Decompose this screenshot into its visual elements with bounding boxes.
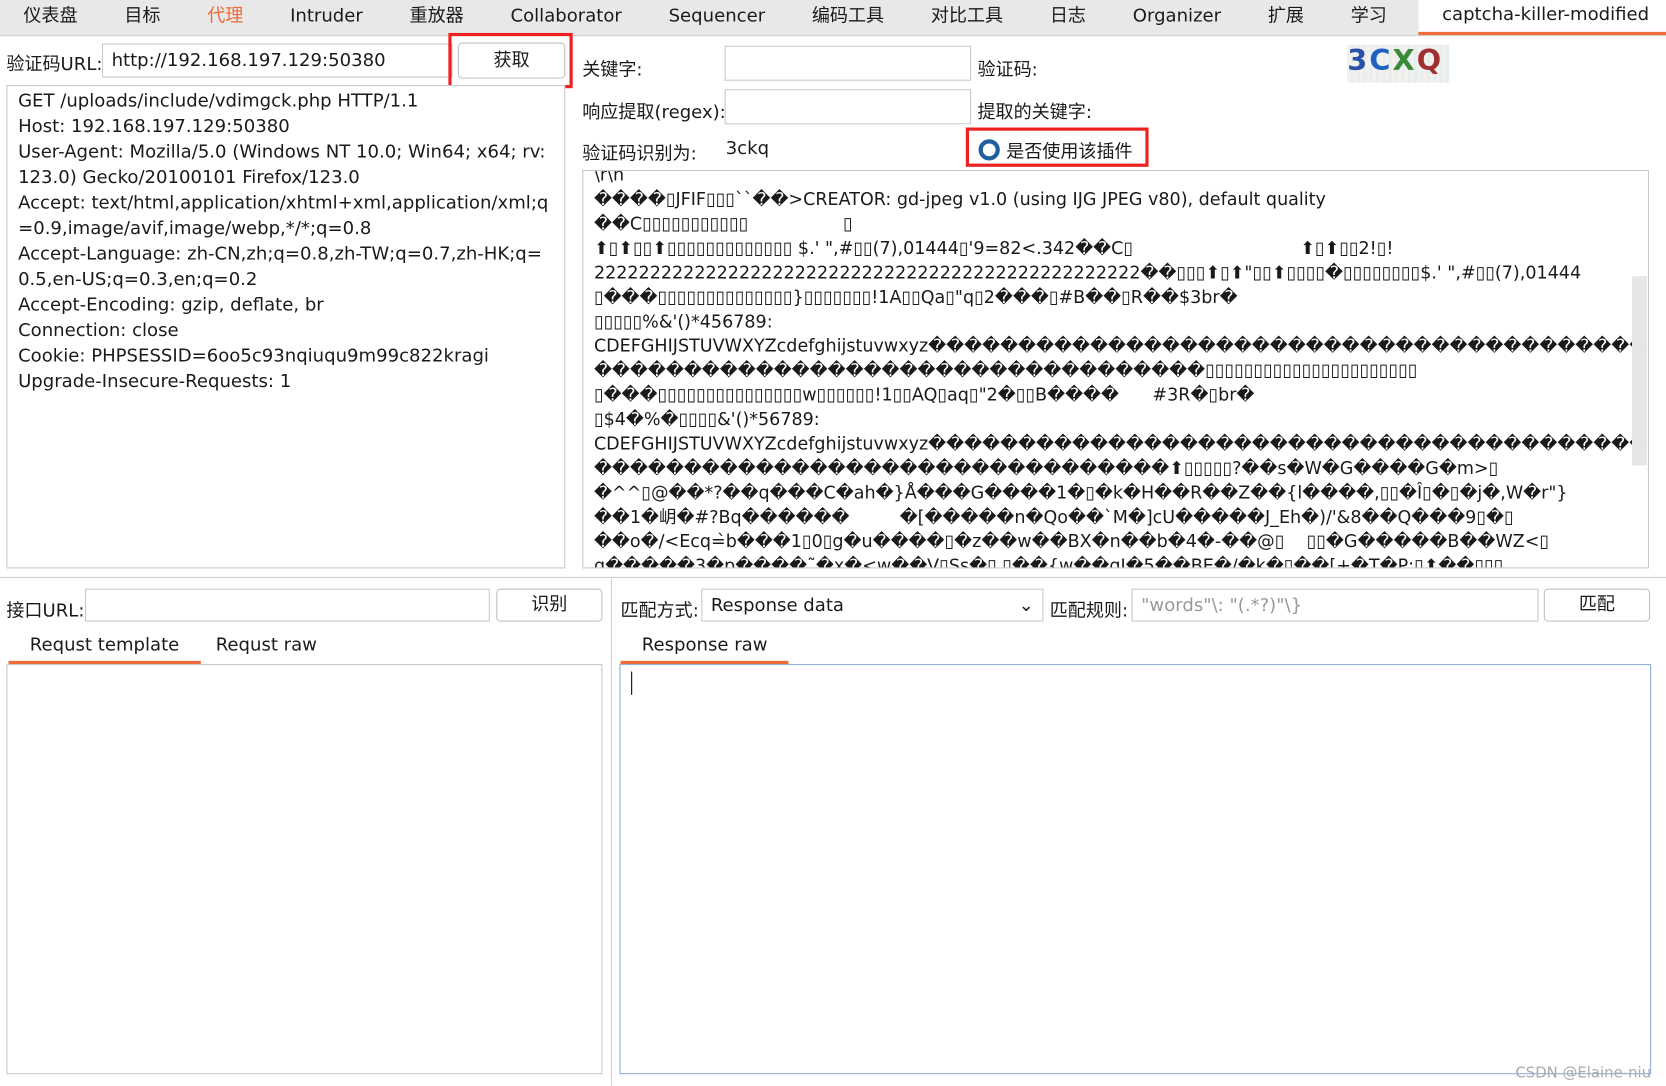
response-line: ��1�岄�#?Bq������ �[�����n�Qo��`M�]cU����… (593, 506, 1514, 527)
request-line: Upgrade-Insecure-Requests: 1 (18, 370, 292, 393)
tab-6[interactable]: Sequencer (645, 0, 788, 35)
tab-2[interactable]: 代理 (184, 0, 267, 35)
response-line: ��C▯▯▯▯▯▯▯▯▯▯▯ ▯ (593, 213, 853, 234)
tab-1[interactable]: 目标 (101, 0, 184, 35)
response-raw-editor[interactable] (619, 664, 1652, 1075)
match-button[interactable]: 匹配 (1543, 588, 1651, 622)
vertical-divider[interactable] (610, 579, 612, 1086)
tab-9[interactable]: 日志 (1026, 0, 1109, 35)
response-line: ▯���▯▯▯▯▯▯▯▯▯▯▯▯▯▯▯w▯▯▯▯▯▯!1▯▯AQ▯aq▯"2�▯… (593, 384, 1255, 405)
tab-request-template[interactable]: Requst template (8, 629, 201, 665)
request-line: Accept-Encoding: gzip, deflate, br (18, 294, 324, 316)
regex-input[interactable] (724, 89, 972, 125)
regex-label: 响应提取(regex): (582, 102, 726, 124)
tab-0[interactable]: 仪表盘 (0, 0, 101, 35)
split-divider[interactable] (0, 576, 1666, 578)
extracted-keyword-label: 提取的关键字: (977, 102, 1092, 124)
match-rule-input[interactable]: "words"\: "(.*?)"\} (1131, 588, 1539, 622)
main-tab-bar: 仪表盘 目标 代理 Intruder 重放器 Collaborator Sequencer 编… (0, 0, 1666, 37)
tab-11[interactable]: 扩展 (1244, 0, 1327, 35)
tab-10[interactable]: Organizer (1109, 0, 1244, 35)
tab-13[interactable]: captcha-killer-modified (1418, 0, 1666, 36)
response-line: ▯$4�%�▯▯▯▯&'()*56789: (593, 409, 820, 430)
response-line: ▯▯▯▯▯%&'()*456789: (593, 311, 773, 332)
match-rule-label: 匹配规则: (1049, 600, 1129, 622)
response-line: ����������������������������������▯▯▯▯▯▯… (593, 360, 1418, 381)
captcha-url-label: 验证码URL: (6, 54, 103, 76)
request-editor[interactable]: GET /uploads/include/vdimgck.php HTTP/1.… (6, 85, 566, 569)
response-scrollbar[interactable] (1632, 276, 1647, 466)
response-line: ����▯JFIF▯▯▯``��>CREATOR: gd-jpeg v1.0 (… (593, 189, 1326, 210)
match-mode-select[interactable]: Response data ⌄ (701, 588, 1044, 622)
response-line: ⬆▯⬆▯▯⬆▯▯▯▯▯▯▯▯▯▯▯▯▯ $.' ",#▯▯(7),01444▯'… (593, 238, 1394, 259)
request-template-editor[interactable] (6, 664, 603, 1075)
fetch-button[interactable]: 获取 (457, 42, 566, 79)
use-plugin-radio[interactable]: 是否使用该插件 (978, 136, 1133, 163)
response-line: CDEFGHIJSTUVWXYZcdefghijstuvwxyz��������… (593, 335, 1648, 356)
tab-response-raw[interactable]: Response raw (620, 629, 789, 665)
match-mode-value: Response data (710, 595, 844, 617)
response-line: g�����3�p����˜�x�<w��V▯Ss�▯ ▯��{w��gJ�5�… (593, 555, 1504, 569)
watermark: CSDN @Elaine-niu (1515, 1064, 1652, 1082)
response-viewer[interactable]: \r\n ����▯JFIF▯▯▯``��>CREATOR: gd-jpeg v1… (582, 170, 1649, 569)
response-line: CDEFGHIJSTUVWXYZcdefghijstuvwxyz��������… (593, 433, 1648, 454)
request-line: User-Agent: Mozilla/5.0 (Windows NT 10.0… (18, 141, 546, 189)
tab-8[interactable]: 对比工具 (907, 0, 1026, 35)
response-line: 2222222222222222222222222222222222222222… (593, 262, 1582, 283)
request-line: GET /uploads/include/vdimgck.php HTTP/1.… (18, 90, 419, 112)
chevron-down-icon: ⌄ (1018, 595, 1034, 617)
recognize-button[interactable]: 识别 (496, 588, 603, 622)
request-line: Host: 192.168.197.129:50380 (18, 115, 290, 138)
response-line: \r\n (593, 170, 625, 185)
response-line: ��������������������������������⬆▯▯▯▯▯?�… (593, 457, 1499, 479)
tab-12[interactable]: 学习 (1327, 0, 1410, 35)
recognized-label: 验证码识别为: (582, 143, 697, 165)
response-line: �^^▯@��*?��q���C�ah�}Å���G����1�▯�k�H��R… (593, 482, 1568, 503)
tab-5[interactable]: Collaborator (487, 0, 645, 35)
recognized-value: 3ckq (725, 138, 770, 160)
tab-3[interactable]: Intruder (267, 0, 386, 35)
request-line: Connection: close (18, 319, 179, 342)
tab-7[interactable]: 编码工具 (788, 0, 907, 35)
text-cursor (631, 671, 633, 695)
request-line: Accept: text/html,application/xhtml+xml,… (18, 192, 549, 240)
radio-icon[interactable] (978, 138, 1000, 160)
captcha-killer-window: 仪表盘 目标 代理 Intruder 重放器 Collaborator Sequencer 编… (0, 0, 1666, 1086)
captcha-label: 验证码: (977, 59, 1038, 81)
tab-request-raw[interactable]: Requst raw (194, 629, 338, 661)
captcha-url-input[interactable]: http://192.168.197.129:50380 (102, 43, 453, 78)
response-line: ▯���▯▯▯▯▯▯▯▯▯▯▯▯▯▯}▯▯▯▯▯▯▯!1A▯▯Qa▯"q▯2��… (593, 286, 1238, 308)
api-url-input[interactable] (85, 588, 490, 622)
request-line: Cookie: PHPSESSID=6oo5c93nqiuqu9m99c822k… (18, 345, 489, 367)
api-url-label: 接口URL: (6, 600, 85, 622)
keyword-input[interactable] (724, 45, 972, 81)
tab-4[interactable]: 重放器 (386, 0, 487, 35)
request-line: Accept-Language: zh-CN,zh;q=0.8,zh-TW;q=… (18, 243, 542, 291)
keyword-label: 关键字: (582, 59, 643, 81)
response-line: ��o�/<Ecq=̀b���1▯0▯g�u����▯�z��w��BX�n��… (593, 531, 1550, 552)
use-plugin-label: 是否使用该插件 (1006, 141, 1133, 163)
captcha-image: 3CXQ (1347, 44, 1450, 83)
match-mode-label: 匹配方式: (620, 600, 699, 622)
